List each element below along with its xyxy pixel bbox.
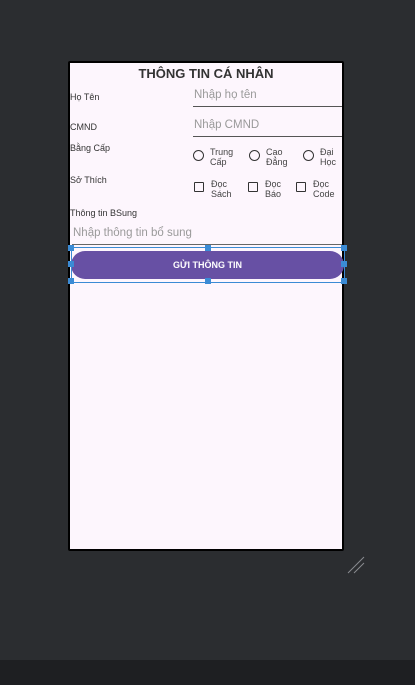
radio-circle-icon [193,150,204,161]
so-thich-label: Sở Thích [70,175,107,185]
status-bar [0,660,415,685]
radio-label-line2: Cấp [210,157,227,167]
checkbox-icon [194,182,204,192]
checkbox-label-line2: Báo [265,189,282,199]
resize-handle[interactable] [341,261,347,267]
device-preview: THÔNG TIN CÁ NHÂN Họ Tên Nhập họ tên CMN… [68,61,347,551]
cmnd-placeholder: Nhập CMND [194,119,260,131]
checkbox-label-line1: Đọc [265,179,282,189]
bsung-label: Thông tin BSung [70,208,138,218]
checkbox-label-line2: Sách [211,189,232,199]
radio-circle-icon [249,150,260,161]
bsung-input[interactable]: Nhập thông tin bổ sung [72,223,342,245]
checkbox-label-line2: Code [313,189,335,199]
resize-handle[interactable] [341,278,347,284]
resize-corner-icon[interactable] [346,555,366,575]
checkbox-icon [248,182,258,192]
resize-handle[interactable] [341,245,347,251]
resize-handle[interactable] [68,278,74,284]
checkbox-label-line1: Đọc [313,179,330,189]
cmnd-input[interactable]: Nhập CMND [193,118,342,137]
checkbox-icon [296,182,306,192]
submit-button[interactable]: GỬI THÔNG TIN [71,251,344,279]
radio-label-line1: Cao [266,147,283,157]
ho-ten-input[interactable]: Nhập họ tên [193,88,342,107]
checkbox-label-line1: Đọc [211,179,228,189]
cmnd-label: CMND [70,122,97,132]
resize-handle[interactable] [68,261,74,267]
radio-label-line1: Đại [320,147,334,157]
resize-handle[interactable] [68,245,74,251]
resize-handle[interactable] [205,278,211,284]
radio-circle-icon [303,150,314,161]
radio-label-line2: Đẳng [266,157,288,167]
bang-cap-label: Bằng Cấp [70,143,111,153]
radio-label-line1: Trung [210,147,234,157]
bsung-placeholder: Nhập thông tin bổ sung [73,227,192,239]
page-title: THÔNG TIN CÁ NHÂN [138,66,274,81]
ho-ten-label: Họ Tên [70,92,100,102]
radio-label-line2: Học [320,157,337,167]
ho-ten-placeholder: Nhập họ tên [194,89,257,101]
resize-handle[interactable] [205,245,211,251]
